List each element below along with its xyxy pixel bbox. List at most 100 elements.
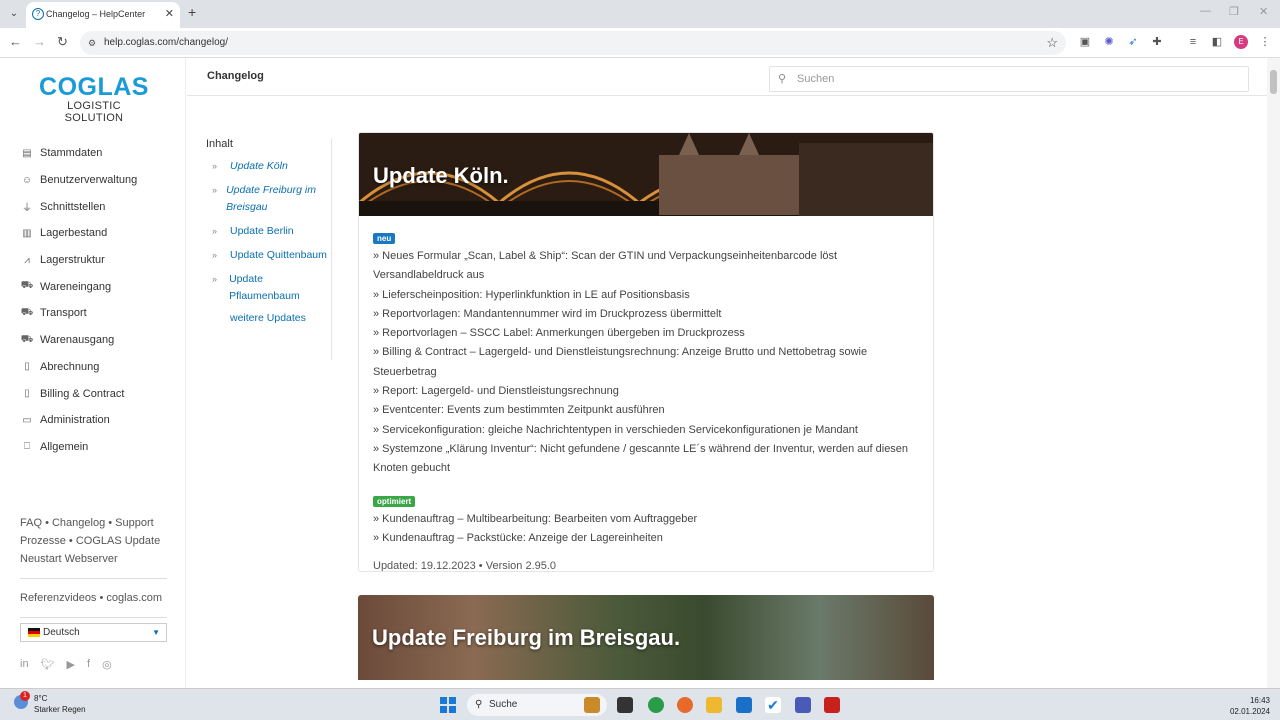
restore-icon[interactable]: ❐ [1229,5,1239,18]
twitter-icon[interactable]: 🐦︎ [41,658,55,671]
optimized-badge: optimiert [373,495,416,507]
sidebar-item-allgemein[interactable]: ⎕ Allgemein [20,434,137,461]
address-bar[interactable]: ⚙ help.coglas.com/changelog/ ☆ [80,31,1066,55]
system-clock[interactable]: 16:43 02.01.2024 [1230,695,1270,717]
referenzvideos-link[interactable]: Referenzvideos [20,592,96,604]
extensions-puzzle-icon[interactable]: ✚ [1150,35,1164,49]
toc-link[interactable]: Update Quittenbaum [230,247,327,264]
taskbar-search-label: Suche [489,699,518,710]
scrollbar[interactable] [1267,58,1280,688]
weather-widget[interactable]: 1 8°C Starker Regen [14,691,86,715]
sidebar-item-schnittstellen[interactable]: ⏚ Schnittstellen [20,193,137,220]
terminal-icon[interactable] [617,697,633,713]
extension-gear-icon[interactable]: ✺ [1102,35,1116,49]
toc-link[interactable]: Update Freiburg im Breisgau [226,182,331,216]
facebook-icon[interactable]: f [87,658,90,671]
changelog-link[interactable]: Changelog [52,517,105,529]
reload-icon[interactable]: ↻ [57,34,68,50]
search-icon: ⚲ [778,73,787,85]
prozesse-link[interactable]: Prozesse [20,535,66,547]
window-close-icon[interactable]: ✕ [1259,5,1268,18]
divider [20,617,167,618]
tab-search-icon[interactable]: ⌄ [6,6,22,22]
browser-tab-strip: ⌄ ? Changelog – HelpCenter ✕ + — ❐ ✕ [0,0,1280,28]
sidebar-item-wareneingang[interactable]: ⛟ Wareneingang [20,273,137,300]
media-controls-icon[interactable]: ≡ [1186,35,1200,49]
changelog-entry: » Servicekonfiguration: gleiche Nachrich… [373,423,858,436]
new-tab-icon[interactable]: + [188,4,196,20]
side-panel-icon[interactable]: ◧ [1210,35,1224,49]
update-meta: Updated: 19.12.2023 • Version 2.95.0 [373,560,557,572]
sidebar-footer: FAQ • Changelog • Support Prozesse • COG… [20,514,167,628]
sidebar-item-warenausgang[interactable]: ⛟ Warenausgang [20,327,137,354]
faq-link[interactable]: FAQ [20,517,42,529]
sidebar-item-billing-contract[interactable]: ▯ Billing & Contract [20,380,137,407]
neustart-link[interactable]: Neustart Webserver [20,553,118,565]
extension-icon[interactable]: ▣ [1078,35,1092,49]
sidebar-item-stammdaten[interactable]: ▤ Stammdaten [20,140,137,167]
coglas-com-link[interactable]: coglas.com [106,592,162,604]
instagram-icon[interactable]: ◎ [102,658,112,671]
scrollbar-thumb[interactable] [1270,70,1277,94]
toc-item[interactable]: » Update Quittenbaum [206,247,331,264]
truck-out-icon: ⛟ [20,333,34,345]
coglas-logo[interactable]: COGLAS LOGISTIC SOLUTION [39,74,149,124]
invoice-icon: ▯ [24,388,30,400]
toc-item[interactable]: » Update Köln [206,158,331,175]
back-icon[interactable]: ← [9,34,22,49]
sidebar-item-label: Schnittstellen [40,200,106,213]
chevron-right-icon: » [212,226,218,236]
support-link[interactable]: Support [115,517,154,529]
forward-icon[interactable]: → [33,34,46,49]
chevron-right-icon: » [212,274,218,284]
extension-arrow-icon[interactable]: ➶ [1126,35,1140,49]
chrome-menu-icon[interactable]: ⋮ [1258,35,1272,49]
update-title: Update Köln. [373,163,509,188]
coglas-update-link[interactable]: COGLAS Update [76,535,160,547]
firefox-icon[interactable] [677,697,693,713]
changelog-entry: » Systemzone „Klärung Inventur“: Nicht g… [373,442,909,475]
chevron-right-icon: » [212,185,218,195]
sidebar-item-transport[interactable]: ⛟ Transport [20,300,137,327]
youtube-icon[interactable]: ▶ [67,658,75,671]
language-value: Deutsch [43,627,80,638]
browser-tab[interactable]: ? Changelog – HelpCenter ✕ [26,2,180,28]
todo-icon[interactable]: ✔ [765,697,781,713]
windows-start-icon[interactable] [440,697,456,713]
sidebar-item-administration[interactable]: ▭ Administration [20,407,137,434]
toc-item[interactable]: » Update Berlin [206,223,331,240]
changelog-entry: » Eventcenter: Events zum bestimmten Zei… [373,404,665,417]
briefcase-app-icon[interactable] [584,697,600,713]
help-favicon-icon: ? [32,8,44,20]
truck-icon: ⛟ [20,306,34,318]
toc-link[interactable]: Update Köln [230,158,288,175]
logo-title: COGLAS [39,73,149,101]
more-updates-link[interactable]: weitere Updates [230,312,331,324]
chart-line-icon: ⩘ [24,254,30,266]
sidebar-item-lagerstruktur[interactable]: ⩘ Lagerstruktur [20,247,137,274]
close-tab-icon[interactable]: ✕ [165,2,174,26]
update-title: Update Freiburg im Breisgau. [372,625,681,650]
toc-link[interactable]: Update Berlin [230,223,294,240]
language-select[interactable]: Deutsch ▼ [20,623,167,642]
linkedin-icon[interactable]: in [20,658,29,671]
sidebar-item-benutzerverwaltung[interactable]: ☺ Benutzerverwaltung [20,167,137,194]
sidebar-item-abrechnung[interactable]: ▯ Abrechnung [20,354,137,381]
outlook-icon[interactable] [736,697,752,713]
toc-item[interactable]: » Update Pflaumenbaum [206,271,331,305]
toc-item[interactable]: » Update Freiburg im Breisgau [206,182,331,216]
chrome-icon[interactable] [648,697,664,713]
sidebar-item-lagerbestand[interactable]: ▥ Lagerbestand [20,220,137,247]
file-explorer-icon[interactable] [706,697,722,713]
date: 02.01.2024 [1229,707,1270,716]
notification-badge: 1 [20,691,30,701]
update-card: Update Freiburg im Breisgau. [358,595,934,680]
minimize-icon[interactable]: — [1200,5,1211,17]
teams-icon[interactable] [795,697,811,713]
site-info-icon[interactable]: ⚙ [88,31,96,55]
search-input[interactable]: ⚲ Suchen [769,66,1249,92]
profile-avatar[interactable]: E [1234,35,1248,49]
bookmark-star-icon[interactable]: ☆ [1046,31,1058,55]
acrobat-icon[interactable] [824,697,840,713]
toc-link[interactable]: Update Pflaumenbaum [229,271,331,305]
